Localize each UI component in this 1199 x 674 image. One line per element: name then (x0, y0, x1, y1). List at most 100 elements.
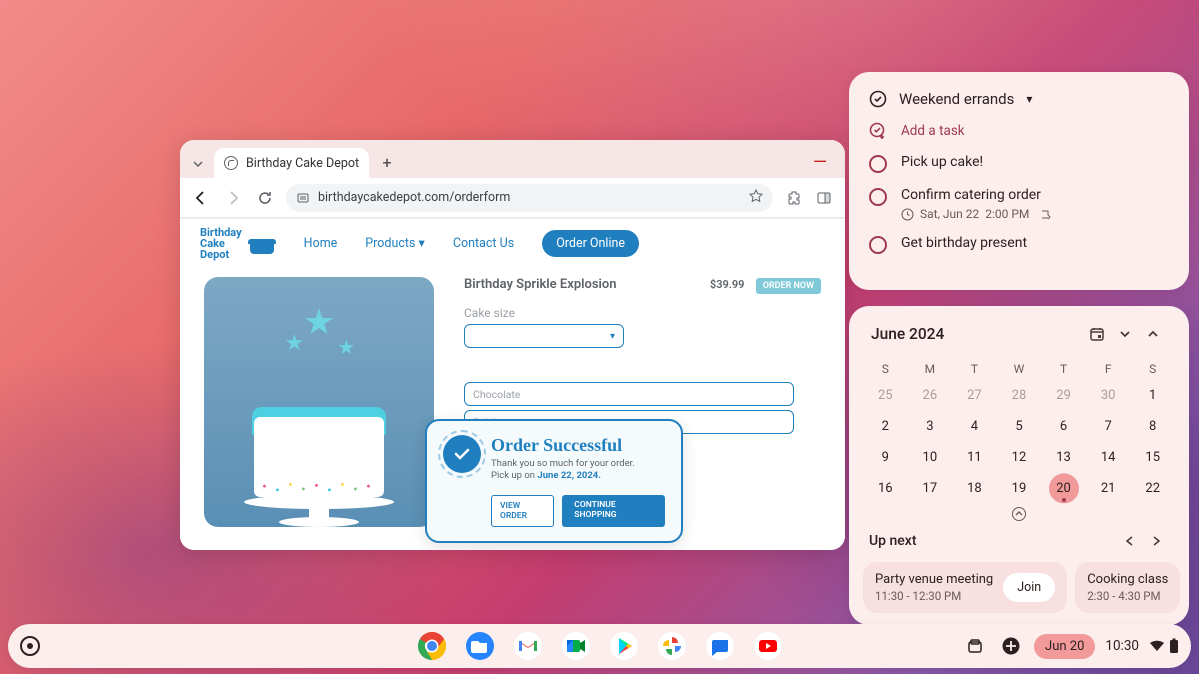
star-icon: ★ (337, 335, 355, 359)
calendar-day[interactable]: 13 (1041, 442, 1086, 473)
play-store-icon[interactable] (608, 630, 640, 662)
calendar-day[interactable]: 7 (1086, 411, 1131, 442)
event-card[interactable]: Cooking class2:30 - 4:30 PM (1075, 562, 1180, 613)
new-tab-button[interactable]: + (375, 150, 399, 174)
flavor-option-chocolate[interactable]: Chocolate (464, 382, 794, 406)
shelf-date[interactable]: Jun 20 (1034, 634, 1095, 659)
calendar-day[interactable]: 4 (952, 411, 997, 442)
calendar-day[interactable]: 12 (997, 442, 1042, 473)
events-prev[interactable] (1117, 528, 1143, 554)
battery-icon (1169, 638, 1179, 654)
photos-icon[interactable] (656, 630, 688, 662)
meet-icon[interactable] (560, 630, 592, 662)
launcher-button[interactable] (20, 636, 40, 656)
calendar-month: June 2024 (871, 325, 1083, 343)
product-title: Birthday Sprikle Explosion (464, 277, 617, 292)
wifi-icon (1149, 638, 1165, 654)
calendar-day[interactable]: 22 (1130, 473, 1175, 504)
url-text: birthdaycakedepot.com/orderform (318, 190, 510, 205)
calendar-day[interactable]: 15 (1130, 442, 1175, 473)
continue-shopping-button[interactable]: CONTINUE SHOPPING (562, 495, 665, 527)
tab-search-chevron[interactable] (188, 158, 208, 178)
calendar-day[interactable]: 28 (997, 380, 1042, 411)
task-checkbox[interactable] (869, 155, 887, 173)
task-item[interactable]: Get birthday present (869, 235, 1169, 254)
bookmark-icon[interactable] (749, 189, 763, 207)
calendar-day[interactable]: 6 (1041, 411, 1086, 442)
order-now-button[interactable]: ORDER NOW (756, 278, 821, 294)
side-panel-icon[interactable] (813, 187, 835, 209)
reload-button[interactable] (254, 187, 276, 209)
task-check-icon (869, 90, 887, 108)
shelf-time[interactable]: 10:30 (1105, 638, 1139, 654)
join-button[interactable]: Join (1003, 573, 1055, 602)
calendar-day[interactable]: 21 (1086, 473, 1131, 504)
nav-order-online[interactable]: Order Online (542, 230, 639, 257)
nav-home[interactable]: Home (304, 236, 338, 251)
view-order-button[interactable]: VIEW ORDER (491, 495, 554, 527)
address-bar[interactable]: birthdaycakedepot.com/orderform (286, 184, 773, 212)
browser-tab[interactable]: Birthday Cake Depot (214, 148, 369, 178)
messages-icon[interactable] (704, 630, 736, 662)
shelf: Jun 20 10:30 (8, 624, 1191, 668)
minimize-button[interactable]: — (813, 158, 827, 168)
nav-contact[interactable]: Contact Us (453, 236, 514, 251)
task-checkbox[interactable] (869, 236, 887, 254)
calendar-day[interactable]: 9 (863, 442, 908, 473)
dow-label: T (952, 358, 997, 380)
calendar-day[interactable]: 16 (863, 473, 908, 504)
files-icon[interactable] (464, 630, 496, 662)
status-tray[interactable] (1149, 638, 1179, 654)
calendar-day[interactable]: 26 (908, 380, 953, 411)
calendar-day[interactable]: 5 (997, 411, 1042, 442)
calendar-day[interactable]: 30 (1086, 380, 1131, 411)
phone-hub-icon[interactable] (998, 633, 1024, 659)
calendar-panel: June 2024 SMTWTFS 2526272829301234567891… (849, 306, 1189, 625)
tab-title: Birthday Cake Depot (246, 156, 359, 171)
tote-icon[interactable] (962, 633, 988, 659)
events-next[interactable] (1143, 528, 1169, 554)
event-time: 2:30 - 4:30 PM (1087, 589, 1168, 603)
calendar-day[interactable]: 3 (908, 411, 953, 442)
modal-pickup-date: June 22, 2024. (537, 470, 601, 481)
back-button[interactable] (190, 187, 212, 209)
youtube-icon[interactable] (752, 630, 784, 662)
calendar-day[interactable]: 19 (997, 473, 1042, 504)
calendar-day[interactable]: 8 (1130, 411, 1175, 442)
calendar-day[interactable]: 1 (1130, 380, 1175, 411)
add-task-button[interactable]: Add a task (869, 122, 1169, 140)
calendar-expand-icon[interactable] (863, 506, 1175, 522)
calendar-day[interactable]: 20 (1041, 473, 1086, 504)
calendar-day[interactable]: 11 (952, 442, 997, 473)
calendar-day[interactable]: 14 (1086, 442, 1131, 473)
gmail-icon[interactable] (512, 630, 544, 662)
tasks-list-selector[interactable]: Weekend errands ▾ (869, 90, 1169, 108)
calendar-jump-icon[interactable] (1083, 320, 1111, 348)
logo-text-1: Birthday (200, 227, 242, 238)
calendar-day[interactable]: 10 (908, 442, 953, 473)
size-select[interactable]: ▾ (464, 324, 624, 348)
task-item[interactable]: Pick up cake! (869, 154, 1169, 173)
calendar-day[interactable]: 17 (908, 473, 953, 504)
calendar-day[interactable]: 2 (863, 411, 908, 442)
calendar-prev-month[interactable] (1111, 320, 1139, 348)
task-item[interactable]: Confirm catering orderSat, Jun 222:00 PM (869, 187, 1169, 221)
calendar-day[interactable]: 29 (1041, 380, 1086, 411)
site-info-icon[interactable] (296, 191, 310, 205)
dow-label: S (863, 358, 908, 380)
calendar-day[interactable]: 25 (863, 380, 908, 411)
tasks-title: Weekend errands (899, 90, 1014, 108)
calendar-next-month[interactable] (1139, 320, 1167, 348)
site-logo[interactable]: Birthday Cake Depot (200, 227, 276, 260)
event-card[interactable]: Party venue meeting11:30 - 12:30 PMJoin (863, 562, 1067, 613)
logo-text-3: Depot (200, 249, 242, 260)
calendar-day[interactable]: 27 (952, 380, 997, 411)
extensions-icon[interactable] (783, 187, 805, 209)
nav-products[interactable]: Products ▾ (365, 235, 425, 251)
forward-button[interactable] (222, 187, 244, 209)
chrome-icon[interactable] (416, 630, 448, 662)
task-checkbox[interactable] (869, 188, 887, 206)
tab-strip: Birthday Cake Depot + — (180, 140, 845, 178)
cake-logo-icon (248, 232, 276, 254)
calendar-day[interactable]: 18 (952, 473, 997, 504)
